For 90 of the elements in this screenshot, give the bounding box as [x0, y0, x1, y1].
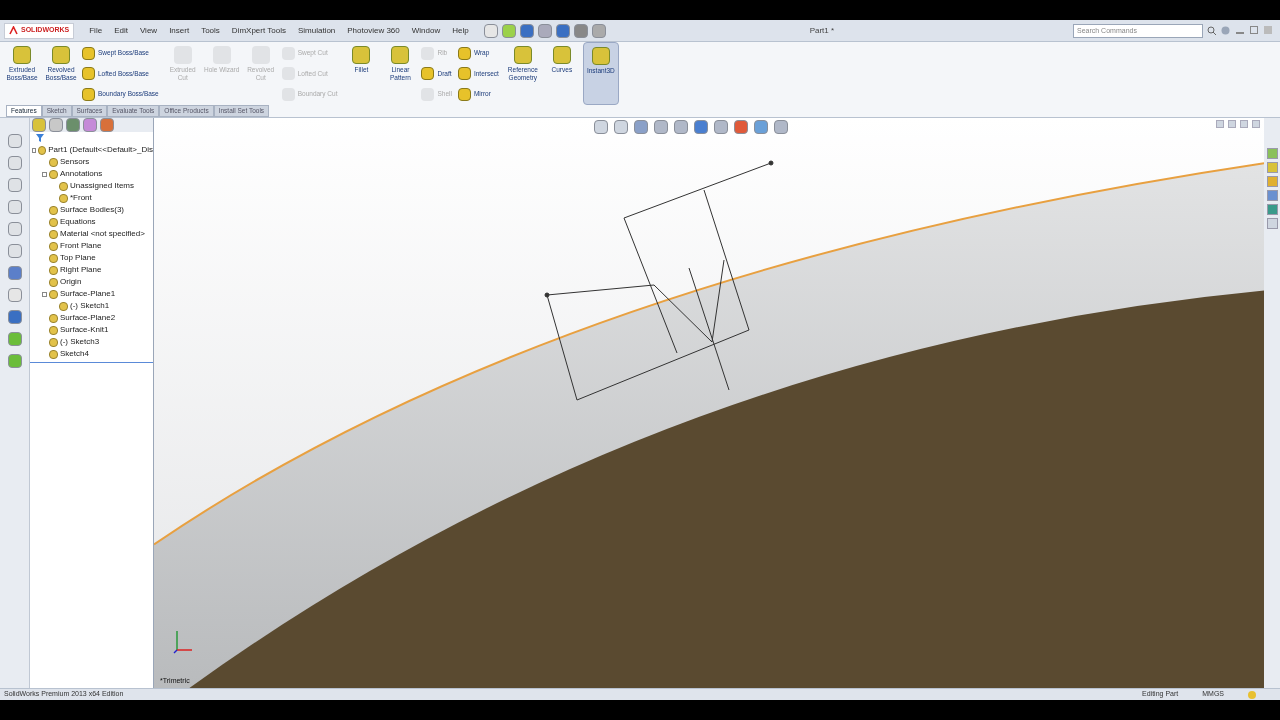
tool-icon[interactable] — [7, 266, 22, 280]
tool-icon[interactable] — [7, 178, 22, 192]
tree-item[interactable]: Annotations — [60, 168, 103, 180]
tree-item[interactable]: Material <not specified> — [60, 228, 145, 240]
toolbar-icon[interactable] — [519, 23, 534, 38]
window-title: Part1 * — [809, 24, 835, 37]
filter-icon[interactable] — [36, 134, 44, 142]
tree-item[interactable]: Unassigned Items — [70, 180, 135, 192]
search-icon[interactable] — [1207, 25, 1217, 36]
toolbar-icon[interactable] — [501, 23, 516, 38]
tool-icon[interactable] — [7, 134, 22, 148]
menu-item[interactable]: Tools — [196, 24, 225, 37]
menu-item[interactable]: File — [84, 24, 108, 37]
tool-icon[interactable] — [7, 354, 22, 368]
tree-item[interactable]: Surface-Plane1 — [60, 288, 116, 300]
toolbar-icon[interactable] — [591, 23, 606, 38]
task-pane-icon[interactable] — [1266, 218, 1278, 229]
menu-item[interactable]: Insert — [164, 24, 195, 37]
tool-icon — [82, 46, 95, 60]
expand-toggle-icon[interactable] — [32, 147, 37, 153]
tree-item[interactable]: Origin — [60, 276, 82, 288]
expand-toggle-icon[interactable] — [42, 171, 47, 177]
menu-item[interactable]: View — [134, 24, 163, 37]
expand-toggle-icon[interactable] — [42, 291, 47, 297]
tool-icon — [52, 46, 70, 64]
tool-icon[interactable] — [7, 288, 22, 302]
tool-icon — [513, 46, 532, 64]
view-tool-icon[interactable] — [634, 120, 648, 134]
tool-icon — [591, 47, 610, 65]
toolbar-icon[interactable] — [537, 23, 552, 38]
panel-tab-icon[interactable] — [49, 118, 63, 132]
menu-item[interactable]: Simulation — [292, 24, 341, 37]
task-pane-icon[interactable] — [1266, 162, 1278, 173]
view-tool-icon[interactable] — [674, 120, 688, 134]
tool-icon[interactable] — [7, 200, 22, 214]
tool-icon — [352, 46, 371, 64]
toolbar-icon[interactable] — [573, 23, 588, 38]
view-tool-icon[interactable] — [714, 120, 728, 134]
tree-item[interactable]: Front Plane — [60, 240, 102, 252]
view-tool-icon[interactable] — [594, 120, 608, 134]
tree-item[interactable]: Sketch4 — [60, 348, 89, 360]
menu-item[interactable]: DimXpert Tools — [226, 24, 291, 37]
tool-icon — [13, 46, 31, 64]
task-pane-icon[interactable] — [1266, 148, 1278, 159]
tool-icon[interactable] — [7, 310, 22, 324]
logo-mark-icon — [9, 26, 18, 35]
menu-item[interactable]: Window — [406, 24, 446, 37]
tool-icon — [82, 67, 95, 80]
view-tool-icon[interactable] — [614, 120, 628, 134]
tool-icon — [421, 67, 435, 80]
tree-item[interactable]: (-) Sketch1 — [70, 300, 110, 312]
panel-tab-icon[interactable] — [66, 118, 80, 132]
view-tool-icon[interactable] — [774, 120, 788, 134]
tree-item[interactable]: Surface-Plane2 — [60, 312, 116, 324]
tool-icon — [457, 46, 471, 60]
view-tool-icon[interactable] — [654, 120, 668, 134]
tree-item[interactable]: *Front — [70, 192, 92, 204]
tree-item[interactable]: Part1 (Default<<Default>_Dis — [48, 144, 153, 156]
menu-item[interactable]: Photoview 360 — [342, 24, 405, 37]
toolbar-icon[interactable] — [555, 23, 570, 38]
tool-icon[interactable] — [7, 244, 22, 258]
tree-item[interactable]: Equations — [60, 216, 96, 228]
tool-icon[interactable] — [7, 156, 22, 170]
tool-icon[interactable] — [7, 222, 22, 236]
tree-item[interactable]: Sensors — [60, 156, 90, 168]
task-pane-icon[interactable] — [1266, 204, 1278, 215]
menu-item[interactable]: Edit — [109, 24, 133, 37]
view-tool-icon[interactable] — [734, 120, 748, 134]
tree-item[interactable]: Surface-Knit1 — [60, 324, 109, 336]
tool-icon — [552, 46, 571, 64]
task-pane-icon[interactable] — [1266, 176, 1278, 187]
panel-tab-icon[interactable] — [83, 118, 97, 132]
axis-triad-icon — [172, 628, 194, 654]
tool-icon — [457, 67, 471, 80]
tool-icon[interactable] — [7, 332, 22, 346]
tool-icon — [457, 87, 471, 101]
tree-item[interactable]: (-) Sketch3 — [60, 336, 100, 348]
view-tool-icon[interactable] — [694, 120, 708, 134]
toolbar-icon[interactable] — [483, 23, 498, 38]
tool-icon — [82, 87, 95, 101]
panel-tab-icon[interactable] — [32, 118, 46, 132]
task-pane-icon[interactable] — [1266, 190, 1278, 201]
view-tool-icon[interactable] — [754, 120, 768, 134]
menu-item[interactable]: Help — [447, 24, 474, 37]
tree-item[interactable]: Surface Bodies(3) — [60, 204, 125, 216]
tree-item[interactable]: Right Plane — [60, 264, 102, 276]
maximize-icon[interactable] — [1250, 26, 1258, 34]
tree-item[interactable]: Top Plane — [60, 252, 96, 264]
tool-icon — [391, 46, 410, 64]
panel-tab-icon[interactable] — [100, 118, 114, 132]
